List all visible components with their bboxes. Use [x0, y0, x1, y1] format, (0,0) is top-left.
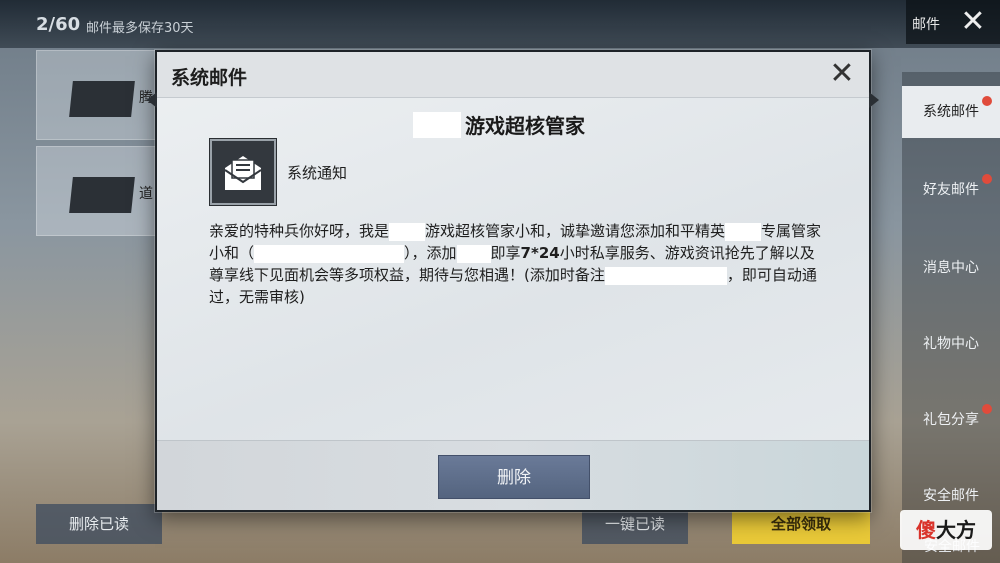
- sender-row: 游戏超核管家: [413, 110, 585, 140]
- body-text: 即享: [490, 244, 521, 262]
- redacted-block: [725, 222, 762, 241]
- body-text-bold: 7*24: [520, 244, 560, 262]
- mail-list-item[interactable]: 道: [36, 146, 158, 236]
- redacted-block: [413, 111, 461, 138]
- sidebar-item-label: 安全邮件: [923, 488, 979, 504]
- envelope-icon: [69, 177, 135, 213]
- sidebar-item-message-center[interactable]: 消息中心: [902, 242, 1000, 294]
- sidebar-item-label: 礼包分享: [923, 412, 979, 428]
- body-text: ），添加: [404, 244, 457, 262]
- mail-header-title: 邮件: [906, 0, 946, 44]
- sidebar-item-system-mail[interactable]: 系统邮件: [902, 86, 1000, 138]
- delete-button[interactable]: 删除: [438, 455, 590, 499]
- watermark-first-char: 傻: [916, 518, 936, 542]
- mail-list-item[interactable]: 腾: [36, 50, 158, 140]
- watermark-rest: 大方: [936, 518, 976, 542]
- mail-list: 腾 道: [36, 50, 158, 470]
- dialog-header: 系统邮件 ✕: [157, 52, 869, 98]
- redacted-block: [254, 244, 405, 263]
- redacted-block: [604, 266, 727, 285]
- sidebar-item-friend-mail[interactable]: 好友邮件: [902, 164, 1000, 216]
- redacted-block: [456, 244, 491, 263]
- sidebar-item-label: 好友邮件: [923, 182, 979, 198]
- notification-dot: [982, 174, 992, 184]
- corner-decoration: [147, 92, 157, 108]
- top-bar: 2/60 邮件最多保存30天: [0, 0, 1000, 48]
- mail-retention-note: 邮件最多保存30天: [86, 21, 194, 36]
- mail-count: 2/60: [36, 14, 81, 35]
- sidebar-item-gift-center[interactable]: 礼物中心: [902, 318, 1000, 370]
- dialog-footer: 删除: [157, 440, 869, 510]
- mail-list-item-label: 道: [139, 186, 153, 202]
- envelope-icon: [69, 81, 135, 117]
- sidebar-item-label: 礼物中心: [923, 336, 979, 352]
- sender-name: 游戏超核管家: [465, 114, 585, 138]
- mail-category-sidebar: 系统邮件 好友邮件 消息中心 礼物中心 礼包分享 安全邮件: [902, 72, 1000, 563]
- notice-type-label: 系统通知: [287, 164, 348, 182]
- notification-dot: [982, 404, 992, 414]
- delete-read-button[interactable]: 删除已读: [36, 504, 162, 544]
- mail-close-button[interactable]: ✕: [946, 0, 1000, 44]
- sidebar-item-label: 消息中心: [923, 260, 979, 276]
- redacted-block: [389, 222, 426, 241]
- sidebar-item-gift-share[interactable]: 礼包分享: [902, 394, 1000, 446]
- system-mail-dialog: 系统邮件 ✕ 游戏超核管家 系统通知 亲爱的特种兵你好呀，我是 游戏超核管家小和，…: [147, 50, 879, 512]
- notice-icon-frame: [209, 138, 277, 206]
- mail-body: 亲爱的特种兵你好呀，我是 游戏超核管家小和，诚挚邀请您添加和平精英 专属管家小和（）…: [209, 220, 829, 308]
- corner-decoration: [869, 92, 879, 108]
- watermark-logo: 傻大方: [900, 510, 992, 550]
- close-icon[interactable]: ✕: [825, 58, 859, 92]
- sidebar-item-label: 系统邮件: [923, 104, 979, 120]
- body-text: 游戏超核管家小和，诚挚邀请您添加和平精英: [425, 222, 726, 240]
- notification-dot: [982, 96, 992, 106]
- dialog-title: 系统邮件: [171, 67, 248, 89]
- open-envelope-icon: [224, 156, 262, 190]
- body-text: 亲爱的特种兵你好呀，我是: [209, 222, 390, 240]
